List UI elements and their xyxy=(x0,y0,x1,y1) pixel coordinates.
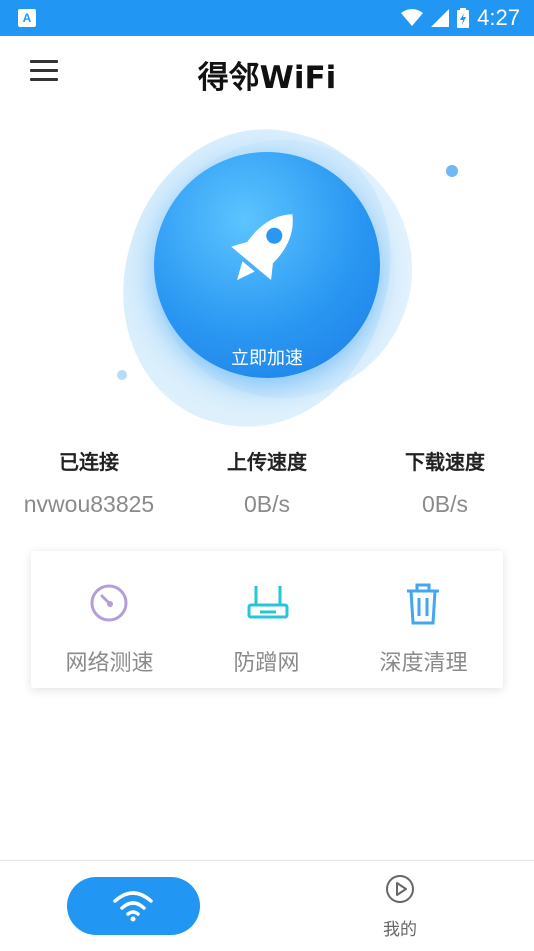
tool-label: 网络测速 xyxy=(65,651,154,676)
app-bar: 得邻WiFi xyxy=(0,36,534,110)
stat-label: 上传速度 xyxy=(227,450,307,474)
tab-me-label: 我的 xyxy=(383,920,417,940)
stat-value: nvwou83825 xyxy=(23,491,155,517)
speed-test-button[interactable]: 网络测速 xyxy=(31,551,188,688)
stat-value: 0B/s xyxy=(243,491,291,517)
trash-icon xyxy=(407,583,439,625)
decor-dot xyxy=(117,370,127,380)
deep-clean-button[interactable]: 深度清理 xyxy=(345,551,502,688)
boost-area: 立即加速 xyxy=(91,99,458,457)
stat-value: 0B/s xyxy=(421,491,469,517)
app-notification-icon: A xyxy=(18,9,36,27)
stat-label: 已连接 xyxy=(59,450,119,474)
tool-label: 深度清理 xyxy=(379,651,468,676)
tools-card: 网络测速 防蹭网 深度清理 xyxy=(31,551,503,688)
tool-label: 防蹭网 xyxy=(233,651,300,676)
wifi-signal-icon xyxy=(401,9,424,26)
tab-wifi[interactable] xyxy=(67,877,200,935)
stat-label: 下载速度 xyxy=(405,450,485,474)
tab-me[interactable]: 我的 xyxy=(360,871,440,951)
status-icons: 4:27 xyxy=(401,4,520,32)
speedometer-icon xyxy=(90,584,128,622)
boost-button[interactable]: 立即加速 xyxy=(154,152,380,378)
status-bar: A 4:27 xyxy=(0,0,534,36)
clock: 4:27 xyxy=(477,5,520,30)
wifi-icon xyxy=(113,891,153,922)
decor-dot xyxy=(446,165,458,177)
stat-connected: 已连接 nvwou83825 xyxy=(0,440,178,518)
rocket-icon xyxy=(231,214,293,281)
anti-leech-button[interactable]: 防蹭网 xyxy=(188,551,345,688)
play-circle-icon xyxy=(386,875,414,903)
stat-download: 下载速度 0B/s xyxy=(356,440,534,518)
page-title: 得邻WiFi xyxy=(197,60,337,96)
router-icon xyxy=(247,586,289,619)
cell-signal-icon xyxy=(431,9,450,27)
stat-upload: 上传速度 0B/s xyxy=(178,440,356,518)
boost-label: 立即加速 xyxy=(231,348,303,369)
bottom-nav: 我的 xyxy=(0,860,534,951)
connection-stats: 已连接 nvwou83825 上传速度 0B/s 下载速度 0B/s xyxy=(0,440,534,530)
battery-icon xyxy=(457,8,470,28)
